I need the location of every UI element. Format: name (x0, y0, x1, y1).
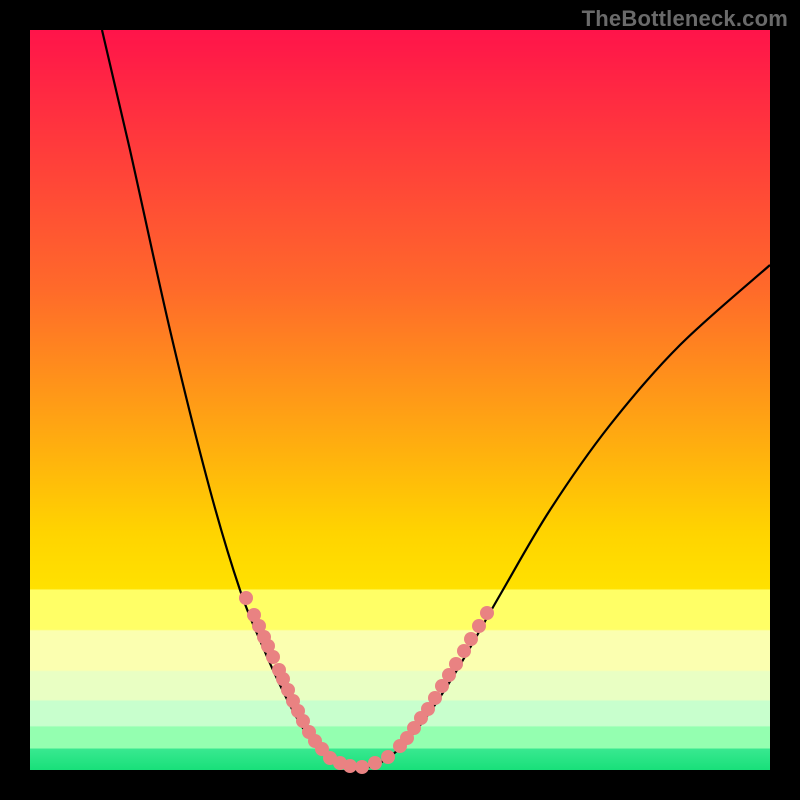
data-dot (428, 691, 442, 705)
data-dot (368, 756, 382, 770)
data-dot (472, 619, 486, 633)
watermark-text: TheBottleneck.com (582, 6, 788, 32)
data-dot (449, 657, 463, 671)
data-dot (457, 644, 471, 658)
data-dot (480, 606, 494, 620)
data-dot (464, 632, 478, 646)
data-dot (239, 591, 253, 605)
data-dot (355, 760, 369, 774)
chart-plot (30, 30, 770, 770)
data-dots (239, 591, 494, 774)
data-dot (381, 750, 395, 764)
data-dot (343, 759, 357, 773)
bottleneck-curve (102, 30, 770, 768)
data-dot (266, 650, 280, 664)
